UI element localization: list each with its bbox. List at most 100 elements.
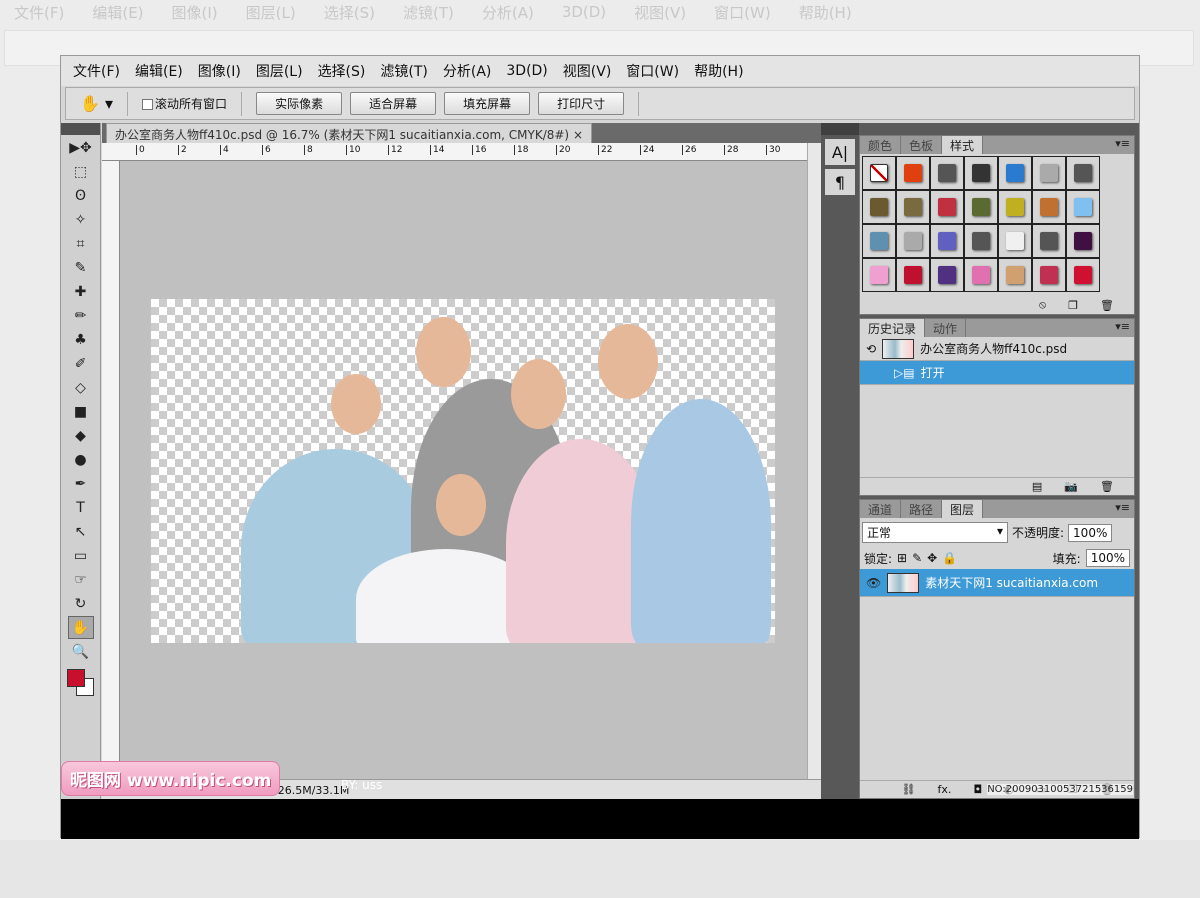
print-size-button[interactable]: 打印尺寸	[538, 92, 625, 115]
opacity-field[interactable]: 100%	[1068, 523, 1113, 542]
style-swatch[interactable]	[1066, 258, 1100, 292]
color-swatches[interactable]	[61, 667, 100, 707]
tab-history[interactable]: 历史记录	[860, 319, 926, 337]
history-item-open[interactable]: ▷▤ 打开	[860, 361, 1134, 385]
history-snapshot[interactable]: ⟲ 办公室商务人物ff410c.psd	[860, 337, 1134, 361]
panel-menu-icon[interactable]: ▾≡	[1115, 320, 1130, 333]
style-swatch[interactable]	[964, 190, 998, 224]
tool-icon[interactable]: ✏	[68, 304, 94, 327]
style-swatch[interactable]	[1032, 190, 1066, 224]
style-swatch[interactable]	[896, 190, 930, 224]
actual-pixels-button[interactable]: 实际像素	[256, 92, 343, 115]
tab-channels[interactable]: 通道	[860, 500, 902, 518]
tab-layers[interactable]: 图层	[942, 500, 984, 518]
character-panel-icon[interactable]: A|	[825, 139, 855, 165]
new-style-icon[interactable]: ❐	[1068, 299, 1078, 312]
style-swatch[interactable]	[998, 224, 1032, 258]
style-swatch[interactable]	[862, 224, 896, 258]
tool-icon[interactable]: ✚	[68, 280, 94, 303]
style-swatch[interactable]	[862, 258, 896, 292]
style-swatch[interactable]	[1066, 156, 1100, 190]
style-swatch[interactable]	[1066, 190, 1100, 224]
delete-icon[interactable]: 🗑	[1100, 299, 1114, 312]
style-swatch[interactable]	[998, 190, 1032, 224]
style-swatch[interactable]	[896, 224, 930, 258]
menu-item[interactable]: 图像(I)	[198, 61, 241, 81]
fill-screen-button[interactable]: 填充屏幕	[444, 92, 531, 115]
layer-footer-icon[interactable]: ⛓	[902, 783, 916, 796]
paragraph-panel-icon[interactable]: ¶	[825, 169, 855, 195]
menu-item[interactable]: 视图(V)	[563, 61, 612, 81]
menu-item[interactable]: 图层(L)	[256, 61, 303, 81]
style-swatch[interactable]	[1032, 258, 1066, 292]
layer-footer-icon[interactable]: fx.	[938, 783, 952, 796]
document-tab[interactable]: 办公室商务人物ff410c.psd @ 16.7% (素材天下网1 sucait…	[106, 123, 593, 143]
style-swatch[interactable]	[862, 190, 896, 224]
menu-item[interactable]: 滤镜(T)	[380, 61, 427, 81]
tool-icon[interactable]: ♣	[68, 328, 94, 351]
style-swatch[interactable]	[930, 156, 964, 190]
visibility-eye-icon[interactable]: 👁	[866, 576, 881, 590]
lock-transparency-icon[interactable]: ⊞	[897, 551, 907, 565]
tool-icon[interactable]: ʘ	[68, 184, 94, 207]
tool-icon[interactable]: ●	[68, 448, 94, 471]
vertical-scrollbar[interactable]	[807, 143, 821, 779]
delete-icon[interactable]: 🗑	[1100, 480, 1114, 493]
layer-footer-icon[interactable]: ◘	[973, 783, 982, 796]
style-swatch[interactable]	[930, 258, 964, 292]
hand-tool-icon[interactable]: ✋ ▾	[80, 94, 113, 113]
close-tab-icon[interactable]: ×	[573, 128, 583, 142]
tool-icon[interactable]: ■	[68, 400, 94, 423]
menu-item[interactable]: 选择(S)	[318, 61, 366, 81]
fill-field[interactable]: 100%	[1085, 549, 1130, 567]
style-swatch[interactable]	[998, 156, 1032, 190]
style-swatch[interactable]	[964, 156, 998, 190]
panel-menu-icon[interactable]: ▾≡	[1115, 501, 1130, 514]
tool-icon[interactable]: ☞	[68, 568, 94, 591]
snapshot-icon[interactable]: 📷	[1064, 480, 1078, 493]
menu-item[interactable]: 文件(F)	[73, 61, 120, 81]
lock-position-icon[interactable]: ✥	[927, 551, 937, 565]
tab-styles[interactable]: 样式	[942, 136, 984, 154]
tool-icon[interactable]: 🔍	[68, 640, 94, 663]
tool-icon[interactable]: T	[68, 496, 94, 519]
lock-all-icon[interactable]: 🔒	[942, 551, 957, 565]
tab-swatches[interactable]: 色板	[901, 136, 943, 154]
style-swatch[interactable]	[998, 258, 1032, 292]
style-swatch[interactable]	[896, 258, 930, 292]
menu-item[interactable]: 编辑(E)	[135, 61, 183, 81]
tool-icon[interactable]: ✒	[68, 472, 94, 495]
tool-icon[interactable]: ↖	[68, 520, 94, 543]
menu-item[interactable]: 分析(A)	[443, 61, 492, 81]
new-document-icon[interactable]: ▤	[1032, 480, 1042, 493]
tool-icon[interactable]: ⌗	[68, 232, 94, 255]
style-swatch[interactable]	[862, 156, 896, 190]
style-swatch[interactable]	[1066, 224, 1100, 258]
brush-source-icon[interactable]: ⟲	[866, 342, 876, 356]
layer-row[interactable]: 👁 素材天下网1 sucaitianxia.com	[860, 569, 1134, 597]
clear-style-icon[interactable]: ⦸	[1039, 298, 1046, 312]
style-swatch[interactable]	[1032, 156, 1066, 190]
tab-paths[interactable]: 路径	[901, 500, 943, 518]
tool-icon[interactable]: ✧	[68, 208, 94, 231]
tool-icon[interactable]: ↻	[68, 592, 94, 615]
menu-item[interactable]: 窗口(W)	[626, 61, 679, 81]
panel-menu-icon[interactable]: ▾≡	[1115, 137, 1130, 150]
style-swatch[interactable]	[964, 224, 998, 258]
style-swatch[interactable]	[896, 156, 930, 190]
foreground-color[interactable]	[67, 669, 85, 687]
menu-item[interactable]: 帮助(H)	[694, 61, 743, 81]
style-swatch[interactable]	[930, 224, 964, 258]
tab-actions[interactable]: 动作	[925, 319, 967, 337]
tool-icon[interactable]: ✎	[68, 256, 94, 279]
tool-icon[interactable]: ▭	[68, 544, 94, 567]
tool-icon[interactable]: ⬚	[68, 160, 94, 183]
lock-pixels-icon[interactable]: ✎	[912, 551, 922, 565]
tool-icon[interactable]: ◆	[68, 424, 94, 447]
fit-screen-button[interactable]: 适合屏幕	[350, 92, 437, 115]
tool-icon[interactable]: ✐	[68, 352, 94, 375]
blend-mode-select[interactable]: 正常 ▾	[862, 522, 1008, 543]
tab-color[interactable]: 颜色	[860, 136, 902, 154]
scroll-all-windows-checkbox[interactable]: 滚动所有窗口	[142, 95, 227, 112]
style-swatch[interactable]	[1032, 224, 1066, 258]
